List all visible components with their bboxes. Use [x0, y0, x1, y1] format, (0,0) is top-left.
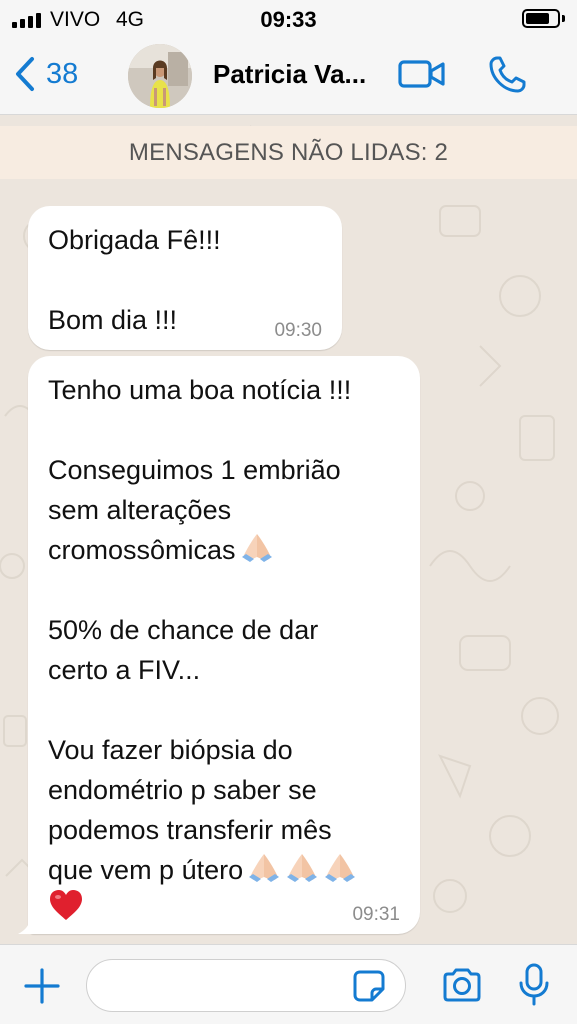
message-line: Obrigada Fê!!!: [48, 225, 221, 255]
microphone-button[interactable]: [518, 963, 550, 1012]
message-line: Conseguimos 1 embrião: [48, 455, 341, 485]
message-bubble-incoming[interactable]: Tenho uma boa notícia !!! Conseguimos 1 …: [18, 356, 420, 934]
message-timestamp: 09:31: [352, 904, 400, 925]
avatar-photo: [128, 44, 192, 108]
message-line: podemos transferir mês: [48, 815, 332, 845]
message-line: Bom dia !!!: [48, 305, 178, 335]
message-composer: [0, 944, 577, 1024]
message-line: Tenho uma boa notícia !!!: [48, 375, 352, 405]
message-timestamp: 09:30: [274, 320, 322, 341]
message-line: cromossômicas: [48, 535, 236, 565]
sticker-button[interactable]: [352, 969, 386, 1008]
unread-messages-banner: MENSAGENS NÃO LIDAS: 2: [0, 126, 577, 179]
message-line: sem alterações: [48, 495, 232, 525]
battery-cap: [562, 15, 565, 22]
bubble-tail: [18, 918, 38, 934]
message-line: endométrio p saber se: [48, 775, 317, 805]
status-time: 09:33: [260, 7, 317, 32]
message-line: certo a FIV...: [48, 655, 201, 685]
plus-icon: [24, 968, 60, 1004]
voice-call-button[interactable]: [488, 54, 528, 99]
status-bar: VIVO 4G 09:33: [0, 0, 577, 38]
message-line: que vem p útero: [48, 855, 244, 885]
chat-area[interactable]: MENSAGENS NÃO LIDAS: 2 Obrigada Fê!!! Bo…: [0, 116, 577, 944]
video-camera-icon: [398, 60, 445, 88]
chevron-left-icon: [16, 57, 34, 91]
video-call-button[interactable]: [398, 58, 446, 95]
contact-avatar[interactable]: [128, 44, 192, 108]
phone-icon: [489, 56, 526, 93]
folded-hands-emoji: [325, 854, 356, 882]
message-text: Tenho uma boa notícia !!! Conseguimos 1 …: [48, 370, 400, 890]
contact-name[interactable]: Patricia Va...: [213, 59, 366, 90]
message-line: 50% de chance de dar: [48, 615, 319, 645]
folded-hands-emoji: [287, 854, 318, 882]
folded-hands-emoji: [249, 854, 280, 882]
camera-button[interactable]: [441, 967, 483, 1008]
chat-header: 38 Patricia Va...: [0, 38, 577, 115]
folded-hands-emoji: [241, 534, 272, 562]
attach-button[interactable]: [23, 967, 61, 1010]
battery-icon: [522, 9, 560, 28]
message-bubble-incoming[interactable]: Obrigada Fê!!! Bom dia !!! 09:30: [28, 206, 342, 350]
unread-count: 38: [46, 57, 79, 90]
camera-icon: [443, 968, 481, 1002]
microphone-icon: [519, 963, 549, 1006]
back-button[interactable]: 38: [14, 56, 78, 92]
sticker-icon: [353, 970, 385, 1002]
message-line: Vou fazer biópsia do: [48, 735, 293, 765]
red-heart-emoji: [50, 890, 82, 920]
